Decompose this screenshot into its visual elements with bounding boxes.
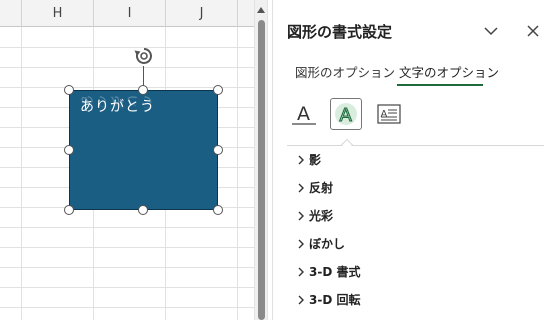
scroll-up-arrow-icon[interactable] — [257, 7, 265, 13]
section-3d-rotation[interactable]: 3-D 回転 — [295, 291, 360, 313]
spreadsheet-grid[interactable]: H I J ありがとう ありがとう — [0, 0, 254, 320]
resize-handle-bottom[interactable] — [138, 205, 148, 215]
column-header-h[interactable]: H — [22, 0, 94, 27]
section-label: 3-D 回転 — [309, 293, 361, 307]
gridline — [0, 47, 254, 48]
app-window: H I J ありがとう ありがとう 図形の書式設定 図形のオプション 文字のオプ… — [0, 0, 555, 320]
resize-handle-bottom-left[interactable] — [64, 205, 74, 215]
section-shadow[interactable]: 影 — [295, 151, 321, 173]
section-label: ぼかし — [309, 237, 346, 251]
section-label: 反射 — [309, 181, 334, 195]
text-effects-icon: A — [335, 103, 357, 127]
divider — [351, 145, 544, 146]
close-icon[interactable] — [524, 22, 542, 40]
chevron-right-icon — [298, 295, 304, 304]
text-fill-outline-icon: A — [292, 103, 316, 125]
column-header-j[interactable]: J — [166, 0, 238, 27]
gridline — [0, 307, 254, 308]
svg-text:A: A — [381, 109, 388, 120]
gridline — [0, 287, 254, 288]
textbox-icon: A — [377, 104, 401, 124]
format-shape-pane: 図形の書式設定 図形のオプション 文字のオプション A A A 影 反射 光彩 … — [272, 0, 555, 320]
section-3d-format[interactable]: 3-D 書式 — [295, 263, 360, 285]
shape-text-reflection: ありがとう — [80, 93, 155, 109]
textbox-button[interactable]: A — [373, 98, 405, 130]
resize-handle-left[interactable] — [64, 145, 74, 155]
chevron-right-icon — [298, 239, 304, 248]
section-reflection[interactable]: 反射 — [295, 179, 333, 201]
pane-title: 図形の書式設定 — [287, 23, 393, 41]
resize-handle-right[interactable] — [213, 145, 223, 155]
chevron-right-icon — [298, 155, 304, 164]
section-soft-edges[interactable]: ぼかし — [295, 235, 345, 257]
svg-text:A: A — [297, 103, 310, 125]
gridline — [21, 27, 22, 320]
gridline — [237, 27, 238, 320]
selected-indicator-icon — [341, 138, 353, 146]
svg-text:A: A — [340, 105, 353, 126]
gridline — [0, 227, 254, 228]
section-label: 影 — [309, 153, 322, 167]
resize-handle-bottom-right[interactable] — [213, 205, 223, 215]
divider — [287, 145, 343, 146]
chevron-right-icon — [298, 267, 304, 276]
section-label: 3-D 書式 — [309, 265, 361, 279]
resize-handle-top-left[interactable] — [64, 85, 74, 95]
chevron-right-icon — [298, 211, 304, 220]
section-label: 光彩 — [309, 209, 334, 223]
tab-text-options[interactable]: 文字のオプション — [399, 62, 499, 81]
chevron-right-icon — [298, 183, 304, 192]
tab-shape-options[interactable]: 図形のオプション — [295, 62, 395, 81]
resize-handle-top[interactable] — [138, 85, 148, 95]
active-tab-indicator — [397, 84, 483, 86]
gridline — [0, 67, 254, 68]
column-header-i[interactable]: I — [94, 0, 166, 27]
gridline — [0, 247, 254, 248]
vertical-scrollbar[interactable] — [254, 0, 268, 320]
rectangle-shape[interactable]: ありがとう ありがとう — [69, 90, 218, 210]
scrollbar-thumb[interactable] — [258, 20, 265, 320]
chevron-down-icon[interactable] — [482, 22, 500, 40]
text-effects-button[interactable]: A — [330, 98, 362, 130]
rotate-handle-icon[interactable] — [133, 45, 155, 67]
column-header-partial[interactable] — [0, 0, 22, 27]
text-fill-outline-button[interactable]: A — [288, 98, 320, 130]
resize-handle-top-right[interactable] — [213, 85, 223, 95]
gridline — [0, 267, 254, 268]
column-header-bar: H I J — [0, 0, 254, 27]
section-glow[interactable]: 光彩 — [295, 207, 333, 229]
